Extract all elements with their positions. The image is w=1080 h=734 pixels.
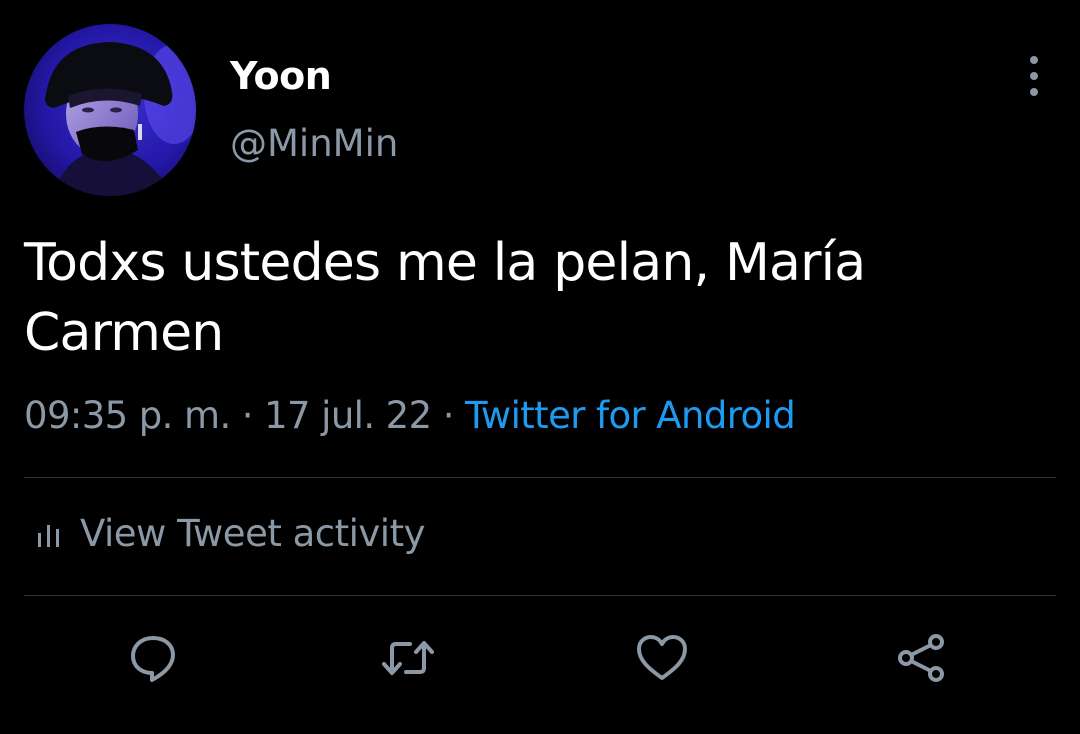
like-icon [637,635,687,680]
retweet-button[interactable] [380,630,436,686]
share-icon [898,634,944,682]
tweet-source-link[interactable]: Twitter for Android [465,394,796,437]
tweet-detail: Yoon @MinMin Todxs ustedes me la pelan, … [0,0,1080,734]
view-tweet-activity-label: View Tweet activity [80,512,425,555]
display-name[interactable]: Yoon [230,54,332,98]
like-button[interactable] [634,630,690,686]
avatar[interactable] [24,24,196,196]
tweet-meta: 09:35 p. m. · 17 jul. 22 · Twitter for A… [24,394,796,437]
profile-photo [24,24,196,196]
more-vertical-icon[interactable] [1016,56,1052,96]
share-button[interactable] [894,630,950,686]
reply-button[interactable] [125,630,181,686]
retweet-icon [382,641,434,675]
meta-separator: · [230,394,265,437]
tweet-date: 17 jul. 22 [264,394,432,437]
tweet-time: 09:35 p. m. [24,394,231,437]
bar-chart-icon [38,524,59,547]
user-handle[interactable]: @MinMin [230,122,398,165]
divider [24,477,1056,478]
meta-separator: · [431,394,466,437]
reply-icon [131,636,175,682]
view-tweet-activity-button[interactable]: View Tweet activity [36,512,425,555]
tweet-text: Todxs ustedes me la pelan, María Carmen [24,233,866,363]
divider [24,595,1056,596]
